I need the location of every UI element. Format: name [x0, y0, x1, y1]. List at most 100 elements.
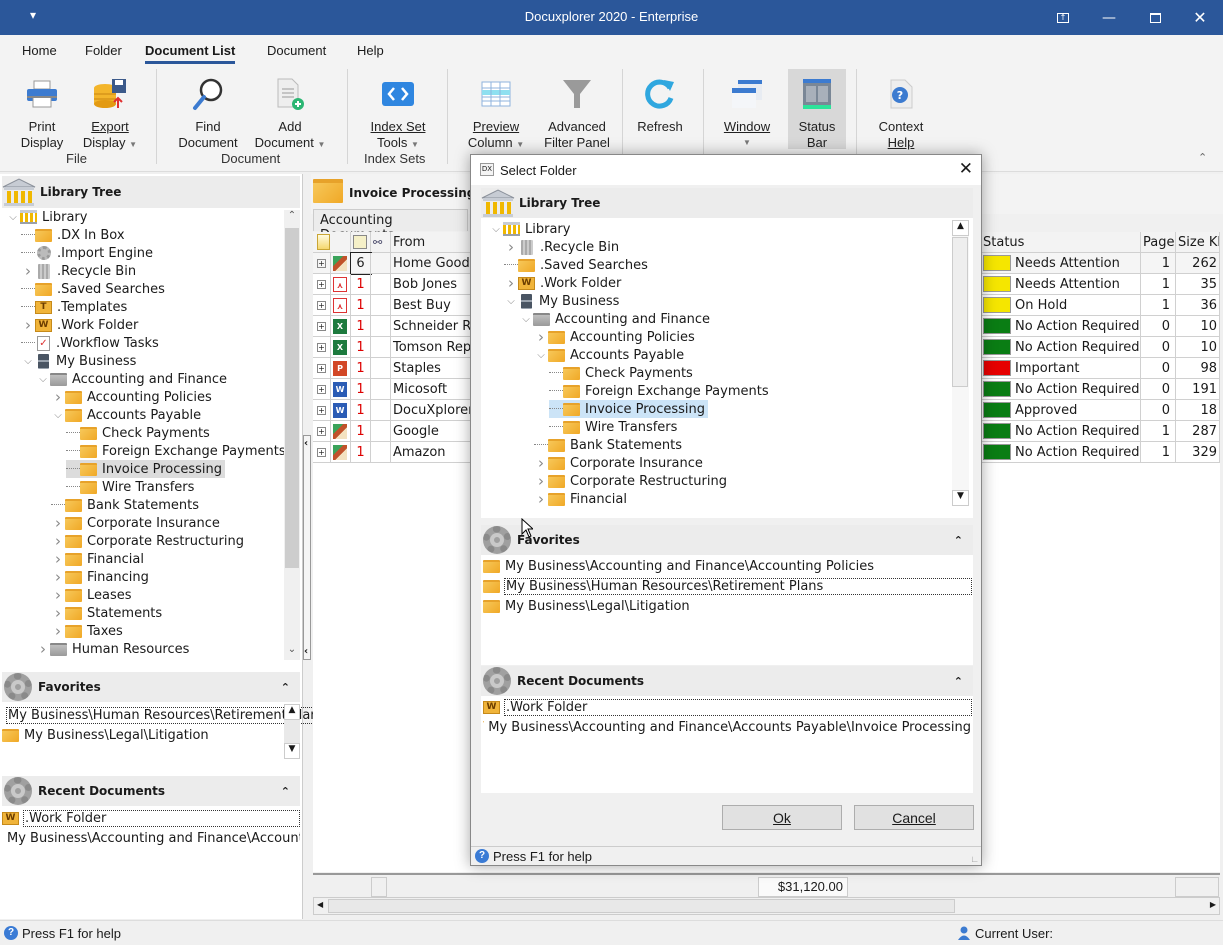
tree-item[interactable]: › Financing [51, 568, 149, 586]
expand-plus-icon[interactable]: + [317, 426, 326, 436]
scroll-up-icon[interactable]: ▲ [284, 704, 300, 720]
tree-item[interactable]: .Import Engine [21, 244, 153, 262]
list-item[interactable]: My Business\Accounting and Finance\Accou… [483, 557, 971, 576]
tree-item[interactable]: ⌵ My Business [504, 292, 619, 310]
collapse-section-icon[interactable]: ⌃ [954, 534, 963, 547]
tree-item[interactable]: › Corporate Restructuring [51, 532, 244, 550]
scroll-down-icon[interactable]: ⌄ [284, 644, 300, 660]
scroll-up-icon[interactable]: ▲ [952, 220, 969, 236]
list-item[interactable]: My Business\Accounting and Finance\Accou… [483, 718, 971, 737]
scroll-up-icon[interactable]: ⌃ [284, 210, 300, 226]
pages-column-header[interactable]: Pages [1141, 232, 1176, 253]
expand-plus-icon[interactable]: + [317, 342, 326, 352]
tree-item[interactable]: › Financial [51, 550, 144, 568]
expand-plus-icon[interactable]: + [317, 258, 326, 268]
maximize-icon[interactable] [1132, 0, 1178, 35]
horizontal-scrollbar[interactable]: ◀ ▶ [313, 897, 1220, 915]
tree-item[interactable]: .DX In Box [21, 226, 125, 244]
expand-plus-icon[interactable]: + [317, 447, 326, 457]
tree-item[interactable]: › Human Resources [36, 640, 189, 658]
tree-item[interactable]: .Saved Searches [504, 256, 648, 274]
chevron-right-icon[interactable]: › [36, 640, 50, 658]
add-document-button[interactable]: Add Document ▼ [250, 69, 330, 153]
tree-item[interactable]: › Corporate Restructuring [534, 472, 727, 490]
chevron-right-icon[interactable]: › [51, 550, 65, 568]
tree-item[interactable]: › W .Work Folder [21, 316, 138, 334]
chevron-down-icon[interactable]: ⌵ [6, 212, 20, 223]
chevron-down-icon[interactable]: ⌵ [21, 356, 35, 367]
tree-item[interactable]: › Accounting Policies [534, 328, 695, 346]
export-display-button[interactable]: Export Display ▼ [78, 69, 142, 153]
list-item[interactable]: My Business\Accounting and Finance\Accou… [2, 829, 300, 848]
scroll-left-icon[interactable]: ◀ [317, 900, 323, 909]
expand-plus-icon[interactable]: + [317, 321, 326, 331]
close-icon[interactable]: ✕ [1177, 0, 1223, 35]
tree-item[interactable]: › Corporate Insurance [534, 454, 703, 472]
expand-plus-icon[interactable]: + [317, 363, 326, 373]
size-column-header[interactable]: Size Kb [1176, 232, 1220, 253]
chevron-right-icon[interactable]: › [21, 316, 35, 334]
expand-row-button[interactable]: + [313, 379, 331, 400]
chevron-right-icon[interactable]: › [534, 328, 548, 346]
attachments-column-header[interactable] [351, 232, 371, 253]
chevron-right-icon[interactable]: › [51, 586, 65, 604]
tab-help[interactable]: Help [357, 43, 384, 58]
expand-plus-icon[interactable]: + [317, 405, 326, 415]
close-icon[interactable]: ✕ [959, 159, 973, 179]
chevron-down-icon[interactable]: ⌵ [504, 296, 518, 307]
tree-item[interactable]: ⌵ Library [6, 208, 87, 226]
window-button[interactable]: Window ▼ [716, 69, 778, 151]
tree-item[interactable]: › Accounting Policies [51, 388, 212, 406]
list-item[interactable]: My Business\Legal\Litigation [2, 726, 284, 745]
chevron-right-icon[interactable]: › [534, 472, 548, 490]
tree-item[interactable]: ⌵ Accounting and Finance [36, 370, 227, 388]
chevron-down-icon[interactable]: ⌵ [51, 410, 65, 421]
expand-row-button[interactable]: + [313, 316, 331, 337]
tab-folder[interactable]: Folder [85, 43, 122, 58]
cancel-button[interactable]: Cancel [854, 805, 974, 830]
chevron-down-icon[interactable]: ⌵ [534, 350, 548, 361]
tree-item[interactable]: › Corporate Insurance [51, 514, 220, 532]
chevron-right-icon[interactable]: › [51, 568, 65, 586]
chevron-right-icon[interactable]: › [51, 514, 65, 532]
chevron-right-icon[interactable]: › [504, 238, 518, 256]
expand-row-button[interactable]: + [313, 337, 331, 358]
tree-item[interactable]: › .Recycle Bin [504, 238, 619, 256]
tree-item[interactable]: Bank Statements [534, 436, 682, 454]
chevron-right-icon[interactable]: › [51, 604, 65, 622]
resize-grip-icon[interactable]: ∟ [970, 854, 979, 864]
collapse-section-icon[interactable]: ⌃ [281, 785, 290, 798]
chevron-right-icon[interactable]: › [51, 388, 65, 406]
tree-item[interactable]: Invoice Processing [66, 460, 226, 478]
collapse-section-icon[interactable]: ⌃ [954, 675, 963, 688]
tree-scrollbar[interactable]: ⌃ ⌄ [284, 210, 300, 660]
chevron-right-icon[interactable]: › [534, 454, 548, 472]
list-item[interactable]: My Business\Human Resources\Retirement P… [2, 706, 327, 725]
expand-row-button[interactable]: + [313, 442, 331, 463]
restore-ribbon-icon[interactable]: ↑ [1040, 0, 1086, 35]
expand-row-button[interactable]: + [313, 295, 331, 316]
tree-item[interactable]: › Taxes [51, 622, 123, 640]
minimize-icon[interactable]: — [1086, 0, 1132, 35]
tab-accounting-documents[interactable]: Accounting Documents [313, 209, 468, 243]
scroll-down-icon[interactable]: ▼ [952, 490, 969, 506]
expand-row-button[interactable]: + [313, 274, 331, 295]
status-column-header[interactable]: Status [981, 232, 1141, 253]
index-set-tools-button[interactable]: Index Set Tools ▼ [362, 69, 434, 153]
tree-item[interactable]: Invoice Processing [549, 400, 709, 418]
tree-item[interactable]: Check Payments [66, 424, 210, 442]
from-column-header[interactable]: From [391, 232, 471, 253]
new-document-column-header[interactable] [313, 232, 351, 253]
preview-column-button[interactable]: Preview Column ▼ [462, 69, 530, 153]
list-item[interactable]: My Business\Legal\Litigation [483, 597, 971, 616]
tree-item[interactable]: › Financial [534, 490, 627, 508]
chevron-down-icon[interactable]: ⌵ [489, 224, 503, 235]
list-item[interactable]: My Business\Human Resources\Retirement P… [483, 577, 972, 596]
refresh-button[interactable]: Refresh [630, 69, 690, 135]
tab-document-list[interactable]: Document List [145, 43, 236, 64]
links-column-header[interactable]: ⚯ [371, 232, 391, 253]
tree-item[interactable]: Foreign Exchange Payments [66, 442, 285, 460]
collapse-section-icon[interactable]: ⌃ [281, 681, 290, 694]
tree-item[interactable]: Foreign Exchange Payments [549, 382, 769, 400]
chevron-right-icon[interactable]: › [51, 532, 65, 550]
